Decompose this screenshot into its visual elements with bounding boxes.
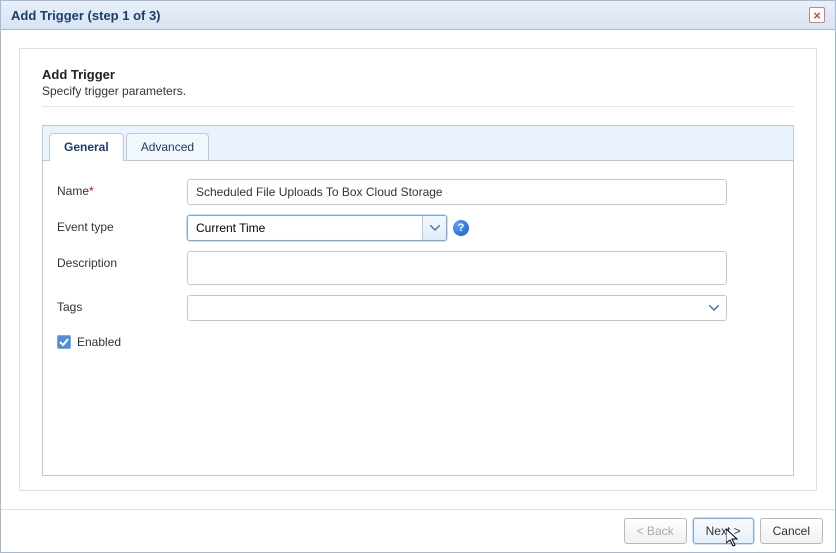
chevron-down-icon <box>709 305 719 311</box>
event-type-trigger[interactable] <box>422 216 446 240</box>
dialog-header: Add Trigger (step 1 of 3) × <box>1 1 835 30</box>
tab-content-general: Name* Event type <box>43 160 793 475</box>
name-input[interactable] <box>187 179 727 205</box>
tags-input[interactable] <box>188 296 702 320</box>
chevron-down-icon <box>430 225 440 231</box>
dialog-footer: < Back Next > Cancel <box>1 509 835 552</box>
row-event-type: Event type ? <box>57 215 779 241</box>
help-icon[interactable]: ? <box>453 220 469 236</box>
row-description: Description <box>57 251 779 285</box>
next-button[interactable]: Next > <box>693 518 754 544</box>
tab-label: Advanced <box>141 140 194 154</box>
inner-panel: Add Trigger Specify trigger parameters. … <box>19 48 817 491</box>
description-label: Description <box>57 251 187 270</box>
cancel-button[interactable]: Cancel <box>760 518 823 544</box>
tab-area: General Advanced Name* <box>42 125 794 476</box>
row-name: Name* <box>57 179 779 205</box>
tab-strip: General Advanced <box>43 126 793 160</box>
required-marker: * <box>89 184 94 198</box>
row-enabled: Enabled <box>57 331 779 349</box>
enabled-label: Enabled <box>77 335 121 349</box>
back-button[interactable]: < Back <box>624 518 687 544</box>
event-type-label: Event type <box>57 215 187 234</box>
close-icon: × <box>813 9 821 22</box>
tab-general[interactable]: General <box>49 133 124 161</box>
check-icon <box>59 337 69 347</box>
add-trigger-dialog: Add Trigger (step 1 of 3) × Add Trigger … <box>0 0 836 553</box>
tags-trigger[interactable] <box>702 296 726 320</box>
button-label: Cancel <box>773 524 810 538</box>
section-head: Add Trigger Specify trigger parameters. <box>42 67 794 107</box>
enabled-checkbox[interactable] <box>57 335 71 349</box>
close-button[interactable]: × <box>809 7 825 23</box>
dialog-body: Add Trigger Specify trigger parameters. … <box>1 30 835 509</box>
description-input[interactable] <box>187 251 727 285</box>
section-subtitle: Specify trigger parameters. <box>42 84 794 98</box>
row-tags: Tags <box>57 295 779 321</box>
name-label: Name* <box>57 179 187 198</box>
dialog-title: Add Trigger (step 1 of 3) <box>11 8 161 23</box>
tags-label: Tags <box>57 295 187 314</box>
tags-combo[interactable] <box>187 295 727 321</box>
event-type-input[interactable] <box>188 216 422 240</box>
section-title: Add Trigger <box>42 67 794 82</box>
tab-advanced[interactable]: Advanced <box>126 133 209 160</box>
button-label: Next > <box>706 524 741 538</box>
button-label: < Back <box>637 524 674 538</box>
tab-label: General <box>64 140 109 154</box>
event-type-combo[interactable] <box>187 215 447 241</box>
